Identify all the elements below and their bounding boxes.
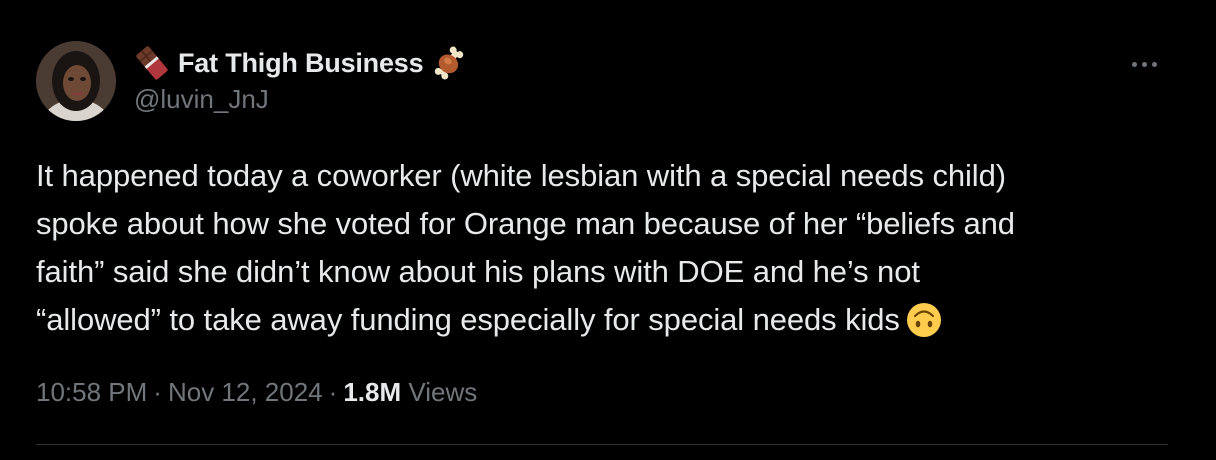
more-options-button[interactable]	[1124, 50, 1164, 78]
name-row: Fat Thigh Business	[134, 44, 467, 82]
display-name[interactable]: Fat Thigh Business	[178, 48, 424, 79]
views-label: Views	[408, 377, 478, 407]
tweet-time[interactable]: 10:58 PM	[36, 377, 147, 407]
tweet-text-line: “allowed” to take away funding especiall…	[36, 302, 900, 337]
divider	[36, 444, 1168, 445]
tweet-meta: 10:58 PM · Nov 12, 2024 · 1.8M Views	[36, 377, 477, 408]
more-dot-icon	[1151, 61, 1157, 67]
avatar[interactable]	[36, 41, 116, 121]
author-handle[interactable]: @luvin_JnJ	[134, 84, 467, 115]
meta-separator: ·	[328, 377, 338, 407]
tweet-text-line: faith” said she didn’t know about his pl…	[36, 254, 920, 289]
chocolate-bar-icon	[134, 45, 170, 81]
tweet-text: It happened today a coworker (white lesb…	[36, 152, 1176, 344]
views-count: 1.8M	[343, 377, 402, 407]
tweet-date[interactable]: Nov 12, 2024	[168, 377, 323, 407]
tweet-text-line: spoke about how she voted for Orange man…	[36, 206, 1015, 241]
upside-down-face-icon	[906, 302, 942, 338]
tweet-header: Fat Thigh Business @luvin_JnJ	[134, 44, 467, 115]
meat-on-bone-icon	[431, 45, 467, 81]
tweet-text-line: It happened today a coworker (white lesb…	[36, 158, 1006, 193]
more-dot-icon	[1131, 61, 1137, 67]
meta-separator: ·	[153, 377, 162, 407]
tweet-text-line-last: “allowed” to take away funding especiall…	[36, 296, 1176, 344]
more-dot-icon	[1141, 61, 1147, 67]
tweet: Fat Thigh Business @luvin_JnJ It happene…	[0, 0, 1216, 460]
